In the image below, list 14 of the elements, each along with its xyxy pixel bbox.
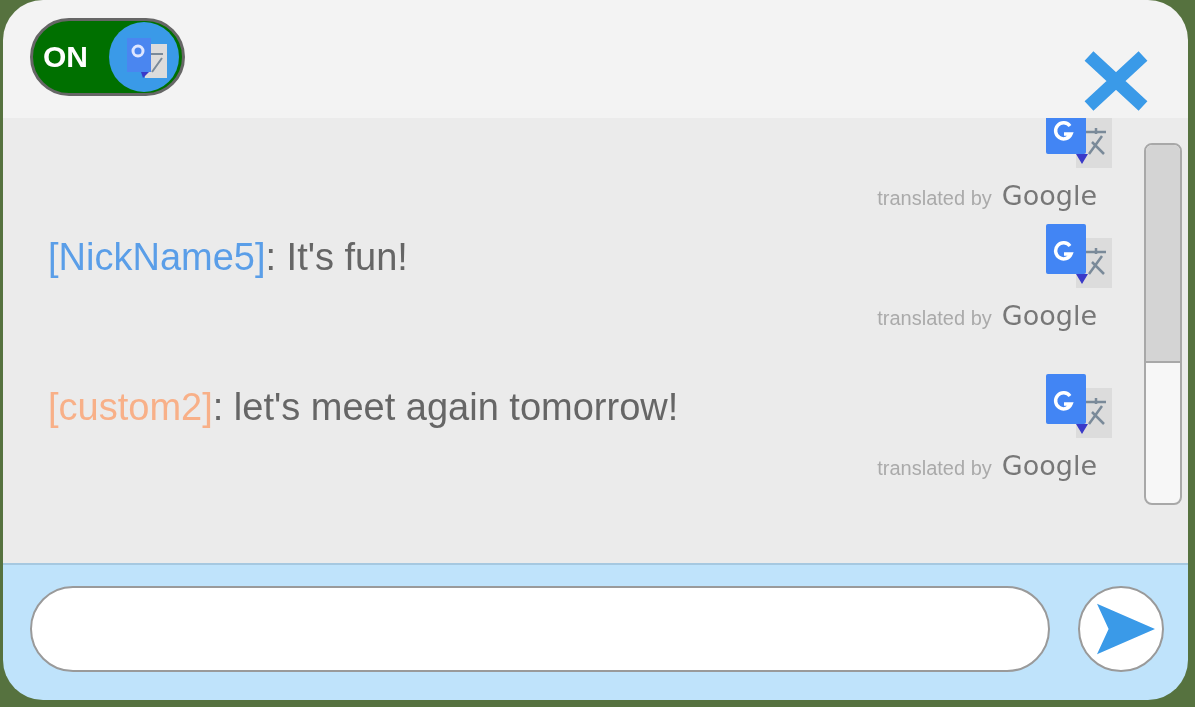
scrollbar-thumb[interactable] [1146,145,1180,363]
credit-text: translated by [877,307,992,330]
translate-icon[interactable] [1046,118,1112,170]
google-wordmark: Google [1001,300,1097,331]
translate-icon[interactable] [1046,374,1112,440]
google-wordmark: Google [1001,180,1097,211]
google-wordmark: Google [1001,450,1097,481]
translate-icon[interactable] [1046,224,1112,290]
chat-message: [custom2]: let's meet again tomorrow! [48,385,679,429]
translate-toggle[interactable]: ON [30,18,185,96]
credit-text: translated by [877,187,992,210]
credit-text: translated by [877,457,992,480]
chat-message: [NickName5]: It's fun! [48,235,408,279]
scrollbar[interactable] [1144,143,1182,505]
